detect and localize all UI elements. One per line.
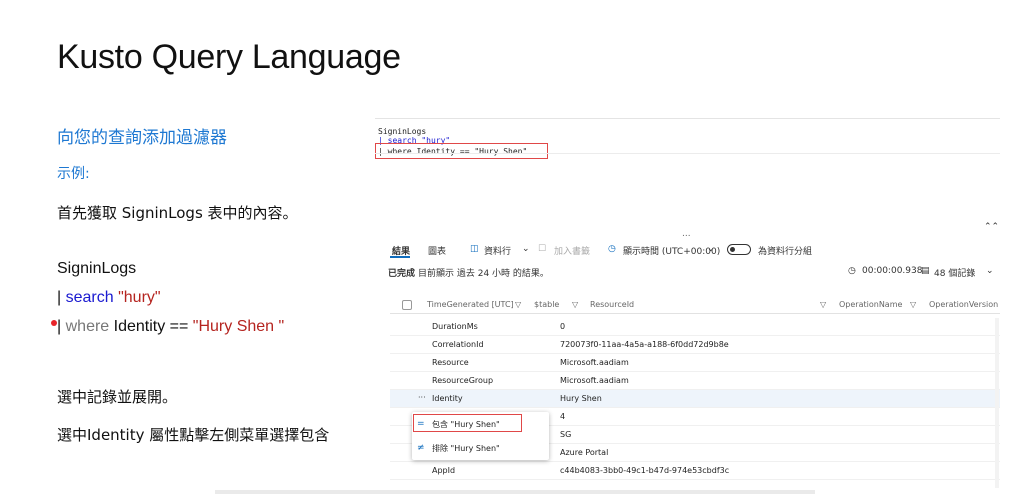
slide-title: Kusto Query Language (57, 38, 401, 76)
status-bar: 已完成 目前顯示 過去 24 小時 的結果。 ◷ 00:00:00.938 ▤ … (388, 266, 1000, 280)
where-string: "Hury Shen " (192, 318, 285, 335)
example-label: 示例: (57, 166, 90, 182)
property-name: Resource (432, 358, 469, 367)
column-header[interactable]: OperationVersion (929, 300, 998, 309)
splitter-handle[interactable]: ... (682, 229, 691, 239)
column-header[interactable]: ResourceId (590, 300, 634, 309)
menu-item-exclude[interactable]: ≠ 排除 "Hury Shen" (412, 437, 549, 459)
table-row[interactable]: CorrelationId 720073f0-11aa-4a5a-a188-6f0… (390, 336, 1000, 354)
column-header[interactable]: OperationName (839, 300, 902, 309)
add-bookmark-button[interactable]: 加入書籤 (554, 244, 590, 257)
property-value: Hury Shen (560, 394, 602, 403)
search-string: "hury" (118, 289, 161, 306)
columns-icon: ◫ (470, 244, 479, 254)
section-heading: 向您的查詢添加過濾器 (57, 128, 227, 148)
code-line-1: SigninLogs (57, 260, 137, 277)
group-columns-toggle[interactable] (727, 244, 751, 255)
step-include-text: 選中Identity 屬性點擊左側菜單選擇包含 (57, 426, 330, 444)
pipe: | (57, 289, 66, 306)
status-summary: 目前顯示 過去 24 小時 的結果。 (418, 269, 549, 279)
active-tab-indicator (390, 256, 410, 258)
table-row[interactable]: AppId c44b4083-3bb0-49c1-b47d-974e53cbdf3… (390, 462, 1000, 480)
record-count: 48 個記錄 (934, 269, 976, 279)
bookmark-icon: ☐ (538, 244, 547, 254)
property-value: SG (560, 430, 572, 439)
clock-icon: ◷ (608, 244, 616, 254)
step-expand-text: 選中記錄並展開。 (57, 388, 178, 406)
property-name: Identity (432, 394, 463, 403)
property-value: c44b4083-3bb0-49c1-b47d-974e53cbdf3c (560, 466, 730, 475)
pipe: | (57, 318, 66, 335)
where-condition: Identity == (109, 318, 193, 335)
completed-label: 已完成 (388, 269, 416, 279)
search-keyword: search (65, 289, 114, 306)
property-value: 0 (560, 322, 566, 331)
include-highlight-box (413, 414, 522, 432)
group-columns-label: 為資料行分組 (758, 247, 813, 257)
filter-icon[interactable]: ▽ (910, 300, 916, 309)
property-name: AppId (432, 466, 456, 475)
property-value: 720073f0-11aa-4a5a-a188-6f0dd72d9b8e (560, 340, 729, 349)
property-value: Microsoft.aadiam (560, 358, 629, 367)
more-options-icon[interactable]: ··· (418, 393, 426, 402)
chevron-down-icon[interactable]: ⌄ (522, 244, 530, 254)
property-name: CorrelationId (432, 340, 484, 349)
table-row[interactable]: Resource Microsoft.aadiam (390, 354, 1000, 372)
chevron-down-icon[interactable]: ⌄ (986, 266, 994, 276)
property-value: 4 (560, 412, 566, 421)
table-row[interactable]: ResourceGroup Microsoft.aadiam (390, 372, 1000, 390)
time-display-button[interactable]: 顯示時間 (UTC+00:00) (623, 244, 720, 257)
editor-gutter-line (375, 153, 1000, 154)
property-value: Azure Portal (560, 448, 609, 457)
column-header[interactable]: TimeGenerated [UTC] (427, 300, 514, 309)
filter-icon[interactable]: ▽ (572, 300, 578, 309)
columns-button[interactable]: 資料行 (484, 244, 511, 257)
tab-chart[interactable]: 圖表 (428, 244, 446, 257)
not-equals-icon: ≠ (417, 443, 425, 453)
query-duration: 00:00:00.938 (862, 266, 923, 276)
query-editor[interactable]: SigninLogs | search "hury" | where Ident… (375, 118, 1000, 233)
where-keyword: where (65, 318, 110, 335)
results-toolbar: 結果 圖表 ◫ 資料行 ⌄ ☐ 加入書籤 ◷ 顯示時間 (UTC+00:00) … (378, 241, 1000, 259)
table-row-selected[interactable]: ··· Identity Hury Shen (390, 390, 1000, 408)
where-highlight-box (375, 143, 548, 159)
intro-text: 首先獲取 SigninLogs 表中的內容。 (57, 204, 298, 222)
code-line-3: | where Identity == "Hury Shen " (57, 318, 284, 336)
property-value: Microsoft.aadiam (560, 376, 629, 385)
editor-line-1: SigninLogs (378, 127, 427, 136)
results-grid-header: TimeGenerated [UTC] ▽ $table ▽ ResourceI… (390, 296, 1000, 314)
select-all-checkbox[interactable] (402, 300, 412, 310)
chevron-down-icon[interactable]: ⌄ (707, 244, 715, 254)
filter-icon[interactable]: ▽ (515, 300, 521, 309)
code-line-2: | search "hury" (57, 289, 161, 307)
vertical-scrollbar[interactable] (995, 318, 999, 488)
column-header[interactable]: $table (534, 300, 559, 309)
double-chevron-up-icon[interactable]: ⌃⌃ (984, 222, 999, 232)
menu-item-label: 排除 "Hury Shen" (432, 444, 500, 453)
timer-icon: ◷ (848, 266, 856, 276)
property-name: DurationMs (432, 322, 478, 331)
screenshot-bottom-edge (215, 490, 815, 494)
table-row[interactable]: DurationMs 0 (390, 318, 1000, 336)
property-name: ResourceGroup (432, 376, 494, 385)
filter-icon[interactable]: ▽ (820, 300, 826, 309)
records-icon: ▤ (921, 266, 930, 276)
